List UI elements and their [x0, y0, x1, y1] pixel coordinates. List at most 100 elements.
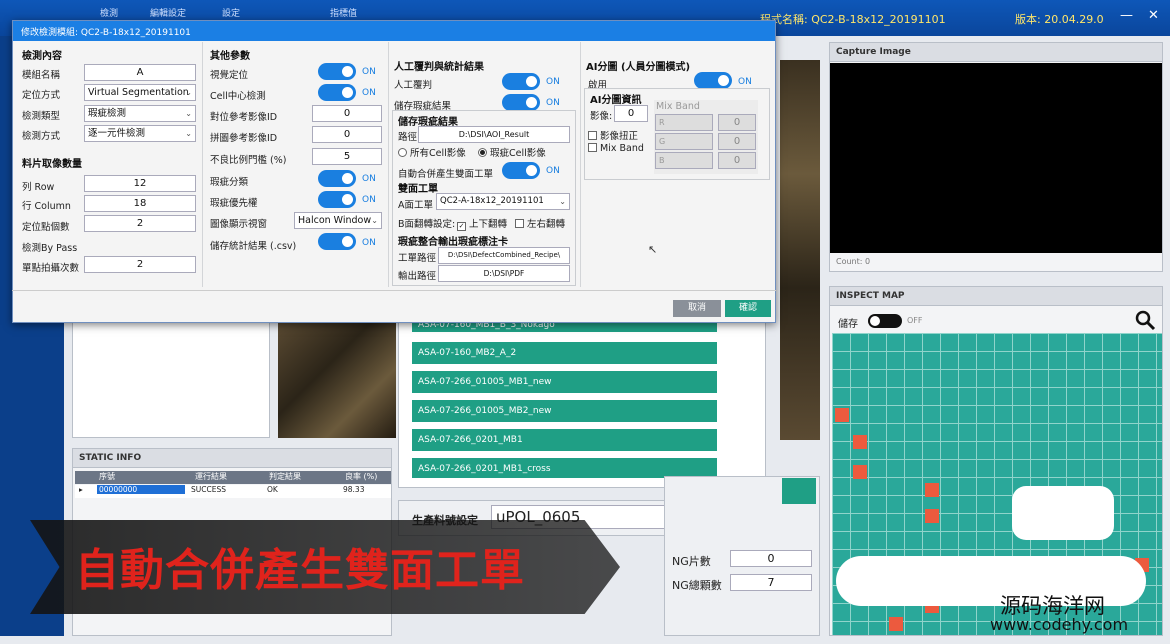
display-value: Halcon Window	[298, 215, 372, 226]
priority-label: 瑕疵優先權	[210, 198, 258, 209]
ai-image-input[interactable]: 0	[614, 105, 648, 122]
version-label: 版本: 20.04.29.0	[1015, 13, 1104, 26]
method-select[interactable]: 逐一元件檢測 ⌄	[84, 125, 196, 142]
confirm-button[interactable]: 確認	[725, 300, 771, 317]
flip-lr-option[interactable]: 左右翻轉	[515, 216, 565, 230]
col-judge: 判定結果	[269, 472, 301, 481]
list-item[interactable]: ASA-07-266_0201_MB1_cross	[412, 458, 717, 478]
row-label: 列 Row	[22, 182, 55, 193]
chevron-down-icon: ⌄	[371, 216, 378, 225]
chevron-down-icon: ⌄	[185, 109, 192, 118]
path-input[interactable]: D:\DSI\AOI_Result	[418, 126, 570, 143]
chevron-down-icon: ⌄	[185, 88, 192, 97]
locate-select[interactable]: Virtual Segmentation ⌄	[84, 84, 196, 101]
out-path-input[interactable]: D:\DSI\PDF	[438, 265, 570, 282]
ai-enable-toggle[interactable]	[694, 72, 732, 89]
classify-label: 瑕疵分類	[210, 177, 249, 188]
a-order-select[interactable]: QC2-A-18x12_20191101 ⌄	[436, 193, 570, 210]
flip-label: B面翻轉設定:	[398, 219, 456, 230]
band-b: B	[655, 152, 713, 169]
points-input[interactable]: 2	[84, 215, 196, 232]
mixband-option[interactable]: Mix Band	[588, 143, 644, 154]
radio-defect-option[interactable]: 瑕疵Cell影像	[478, 145, 546, 159]
static-table-header: 序號 運行結果 判定結果 良率 (%)	[75, 471, 391, 484]
defect-cell	[925, 509, 939, 523]
dialog-title: 修改檢測模組: QC2-B-18x12_20191101	[13, 21, 775, 41]
minimize-button[interactable]: —	[1120, 8, 1133, 23]
nav-item-detect[interactable]: 檢測	[100, 6, 118, 19]
radio-all-option[interactable]: 所有Cell影像	[398, 145, 466, 159]
nav-item-settings[interactable]: 設定	[222, 6, 240, 19]
ratio-input[interactable]: 5	[312, 148, 382, 165]
ng-pieces-value: 0	[730, 550, 812, 567]
section-ai-split: AI分圖 (人員分圖模式)	[586, 62, 691, 73]
type-label: 檢測類型	[22, 111, 61, 122]
static-info-title: STATIC INFO	[73, 449, 391, 468]
cell-center-toggle[interactable]	[318, 84, 356, 101]
inspect-save-label: 儲存	[838, 319, 858, 330]
priority-on-label: ON	[362, 195, 376, 205]
search-icon[interactable]	[1134, 309, 1158, 331]
vision-toggle[interactable]	[318, 63, 356, 80]
type-select[interactable]: 瑕疵檢測 ⌄	[84, 105, 196, 122]
row-input[interactable]: 12	[84, 175, 196, 192]
auto-merge-on-label: ON	[546, 166, 560, 176]
module-name-input[interactable]: A	[84, 64, 196, 81]
align-id-input[interactable]: 0	[312, 105, 382, 122]
a-order-value: QC2-A-18x12_20191101	[440, 196, 544, 206]
mixband-title: Mix Band	[656, 101, 700, 112]
nav-item-index[interactable]: 指標值	[330, 6, 357, 19]
close-button[interactable]: ✕	[1148, 8, 1159, 23]
auto-merge-toggle[interactable]	[502, 162, 540, 179]
col-result: 運行結果	[195, 472, 227, 481]
section-image-count: 料片取像數量	[22, 159, 82, 170]
band-g-value[interactable]: 0	[718, 133, 756, 150]
locate-value: Virtual Segmentation	[88, 87, 189, 98]
classify-toggle[interactable]	[318, 170, 356, 187]
review-on-label: ON	[546, 77, 560, 87]
board-image	[278, 322, 396, 438]
band-r-value[interactable]: 0	[718, 114, 756, 131]
inspect-save-toggle[interactable]	[868, 314, 902, 328]
divider	[202, 42, 203, 287]
list-item[interactable]: ASA-07-160_MB2_A_2	[412, 342, 717, 364]
nav-item-edit[interactable]: 編輯設定	[150, 6, 186, 19]
radio-icon	[398, 148, 407, 157]
section-review-stats: 人工覆判與統計結果	[394, 62, 484, 73]
list-item[interactable]: ASA-07-266_0201_MB1	[412, 429, 717, 451]
rotate-option[interactable]: 影像扭正	[588, 128, 638, 142]
list-item[interactable]: ASA-07-266_01005_MB1_new	[412, 371, 717, 393]
mixband-label: Mix Band	[600, 143, 644, 154]
section-detect-content: 檢測內容	[22, 51, 62, 62]
stitch-id-input[interactable]: 0	[312, 126, 382, 143]
save-defect-on-label: ON	[546, 98, 560, 108]
save-defect-toggle[interactable]	[502, 94, 540, 111]
checkbox-icon	[588, 143, 597, 152]
display-select[interactable]: Halcon Window ⌄	[294, 212, 382, 229]
priority-toggle[interactable]	[318, 191, 356, 208]
csv-label: 儲存統計結果 (.csv)	[210, 241, 297, 252]
band-b-value[interactable]: 0	[718, 152, 756, 169]
list-item[interactable]: ASA-07-266_01005_MB2_new	[412, 400, 717, 422]
checkbox-icon	[588, 131, 597, 140]
radio-selected-icon	[478, 148, 487, 157]
recipe-path-input[interactable]: D:\DSI\DefectCombined_Recipe\	[438, 247, 570, 264]
shots-input[interactable]: 2	[84, 256, 196, 273]
vision-on-label: ON	[362, 67, 376, 77]
redaction-blob	[1012, 486, 1114, 540]
review-toggle[interactable]	[502, 73, 540, 90]
column-input[interactable]: 18	[84, 195, 196, 212]
cell-yield: 98.33	[343, 485, 365, 494]
table-row[interactable]: ▸ 00000000 SUCCESS OK 98.33	[75, 485, 391, 498]
cancel-button[interactable]: 取消	[673, 300, 721, 317]
defect-cell	[853, 465, 867, 479]
path-label: 路徑	[398, 132, 418, 143]
radio-all-label: 所有Cell影像	[410, 148, 466, 159]
flip-ud-option[interactable]: ✓ 上下翻轉	[457, 216, 507, 231]
csv-on-label: ON	[362, 238, 376, 248]
merge-header: 瑕疵整合輸出瑕疵標注卡	[398, 237, 508, 248]
csv-toggle[interactable]	[318, 233, 356, 250]
align-id-label: 對位參考影像ID	[210, 112, 278, 123]
divider	[12, 290, 776, 291]
chevron-down-icon: ⌄	[185, 129, 192, 138]
